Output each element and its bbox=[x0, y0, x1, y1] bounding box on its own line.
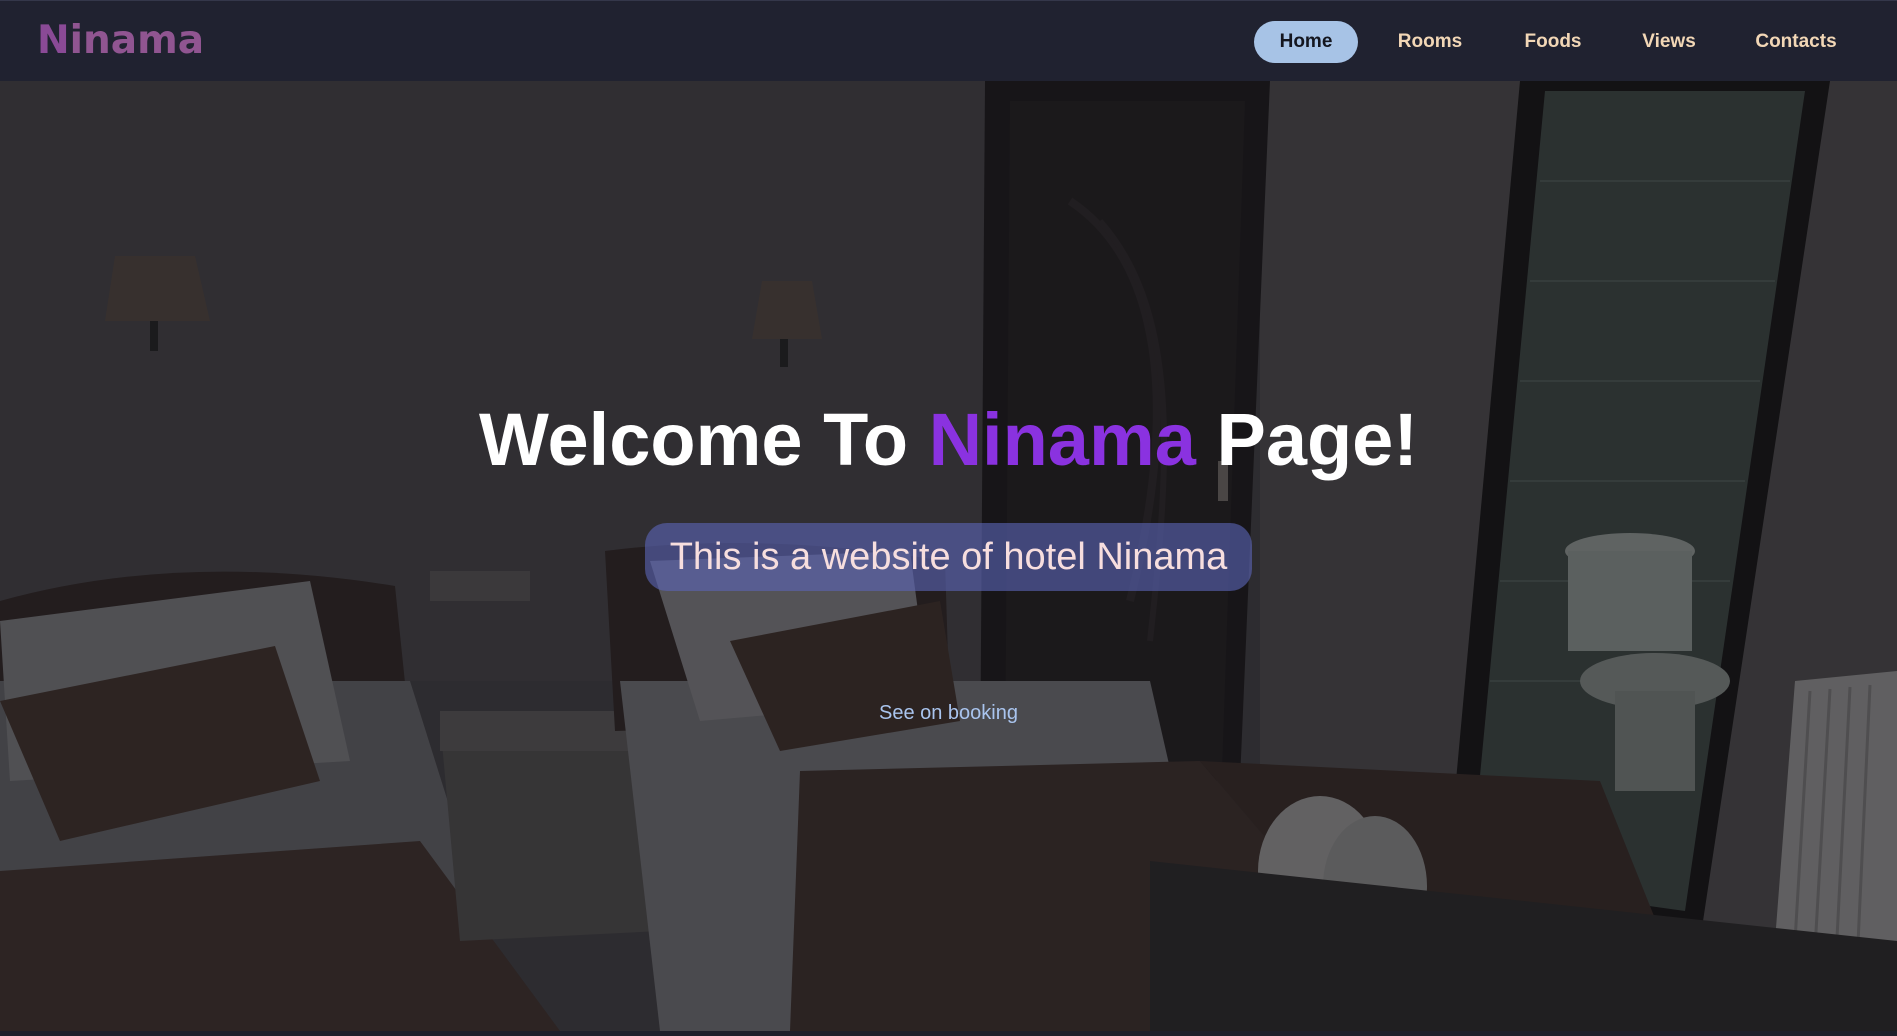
hero-title: Welcome To Ninama Page! bbox=[0, 395, 1897, 485]
nav-foods[interactable]: Foods bbox=[1503, 21, 1603, 63]
hero-title-brand: Ninama bbox=[928, 398, 1196, 481]
nav-views[interactable]: Views bbox=[1619, 21, 1719, 63]
logo[interactable]: Ninama bbox=[37, 17, 204, 65]
nav-home-label: Home bbox=[1279, 31, 1333, 52]
nav-foods-label: Foods bbox=[1524, 31, 1582, 52]
nav-contacts[interactable]: Contacts bbox=[1736, 21, 1856, 63]
nav-rooms-label: Rooms bbox=[1397, 31, 1463, 52]
hero-title-suffix: Page! bbox=[1195, 398, 1418, 481]
bottom-border bbox=[0, 1031, 1897, 1036]
nav-rooms[interactable]: Rooms bbox=[1378, 21, 1482, 63]
nav-home[interactable]: Home bbox=[1254, 21, 1358, 63]
logo-first-letter: N bbox=[37, 18, 70, 63]
see-on-booking-link[interactable]: See on booking bbox=[879, 702, 1018, 724]
hero-subtitle-wrapper: This is a website of hotel Ninama bbox=[0, 523, 1897, 591]
page: Ninama Home Rooms Foods Views Contacts W… bbox=[0, 0, 1897, 1036]
hero-title-prefix: Welcome To bbox=[479, 398, 929, 481]
nav-contacts-label: Contacts bbox=[1755, 31, 1837, 52]
navbar: Ninama Home Rooms Foods Views Contacts bbox=[0, 0, 1897, 81]
nav-views-label: Views bbox=[1642, 31, 1696, 52]
hero-subtitle: This is a website of hotel Ninama bbox=[644, 523, 1253, 591]
booking-link-wrapper: See on booking bbox=[0, 699, 1897, 727]
logo-rest: inama bbox=[69, 18, 205, 63]
